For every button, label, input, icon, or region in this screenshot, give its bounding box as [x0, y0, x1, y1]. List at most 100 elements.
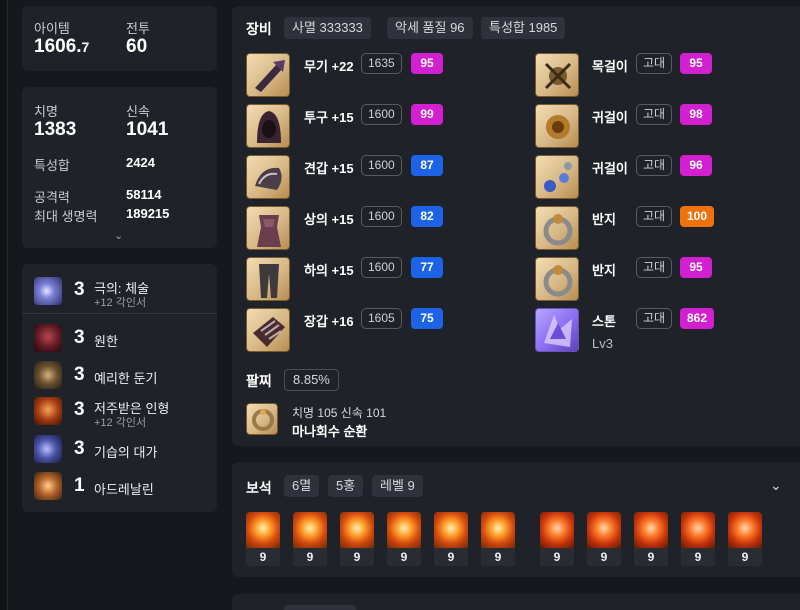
engraving-name: 원한	[94, 334, 118, 349]
accessory-grade: 고대	[636, 308, 673, 329]
engraving-name: 기습의 대가	[94, 445, 158, 460]
accessory-grade: 고대	[636, 257, 673, 278]
gear-item-level: 1600	[361, 206, 402, 227]
gloves-icon[interactable]	[246, 308, 290, 352]
gem-level: 9	[340, 548, 374, 566]
engraving-name: 예리한 둔기	[94, 371, 158, 386]
gem-slot[interactable]: 9	[681, 512, 715, 566]
accessory-name: 반지	[592, 263, 616, 278]
ring-icon[interactable]	[535, 257, 579, 301]
gem-level: 9	[481, 548, 515, 566]
bracelet-effects: 마나회수 순환	[292, 424, 368, 439]
gem-slot[interactable]: 9	[246, 512, 280, 566]
bracelet-icon[interactable]	[246, 403, 278, 435]
gem-image	[340, 512, 374, 548]
quality-badge: 95	[680, 53, 712, 74]
quality-badge: 95	[680, 257, 712, 278]
accessory-grade: 고대	[636, 104, 673, 125]
gem-level: 9	[540, 548, 574, 566]
hp-value: 189215	[126, 206, 170, 221]
next-section-chip	[284, 605, 356, 610]
quality-badge: 95	[411, 53, 443, 74]
gem-image	[681, 512, 715, 548]
engraving-icon	[34, 324, 62, 352]
pants-icon[interactable]	[246, 257, 290, 301]
crit-value: 1383	[34, 119, 77, 140]
gem-slot[interactable]: 9	[728, 512, 762, 566]
earring-icon[interactable]	[535, 155, 579, 199]
gear-item-level: 1635	[361, 53, 402, 74]
engraving-name: 아드레날린	[94, 482, 154, 497]
gem-image	[587, 512, 621, 548]
gem-image	[246, 512, 280, 548]
gem-image	[293, 512, 327, 548]
engraving-icon	[34, 435, 62, 463]
gem-image	[634, 512, 668, 548]
quality-badge: 75	[411, 308, 443, 329]
chevron-down-icon[interactable]: ⌄	[114, 229, 123, 242]
quality-badge: 87	[411, 155, 443, 176]
swift-label: 신속	[126, 104, 150, 119]
engravings-card: 3 극의: 체술 +12 각인서 3 원한 3 예리한 둔기 3 저주받은 인형…	[22, 264, 217, 512]
gear-item-level: 1600	[361, 257, 402, 278]
necklace-icon[interactable]	[535, 53, 579, 97]
engraving-item[interactable]: 3 예리한 둔기	[22, 357, 217, 393]
engraving-level: 3	[74, 399, 85, 420]
quality-badge: 100	[680, 206, 714, 227]
gem-slot[interactable]: 9	[540, 512, 574, 566]
bracelet-stats: 치명 105 신속 101	[292, 406, 387, 420]
quality-badge: 96	[680, 155, 712, 176]
gear-item-level: 1605	[361, 308, 402, 329]
item-level-card: 아이템 1606.7 전투 60	[22, 6, 217, 71]
engraving-level: 3	[74, 279, 85, 300]
gem-slot[interactable]: 9	[387, 512, 421, 566]
gem-level: 9	[634, 548, 668, 566]
gear-name: 상의 +15	[304, 212, 354, 227]
gem-image	[434, 512, 468, 548]
gear-name: 하의 +15	[304, 263, 354, 278]
helmet-icon[interactable]	[246, 104, 290, 148]
ring-icon[interactable]	[535, 206, 579, 250]
accessory-name: 반지	[592, 212, 616, 227]
gem-level: 9	[246, 548, 280, 566]
engraving-level: 3	[74, 364, 85, 385]
quality-badge: 77	[411, 257, 443, 278]
engraving-level: 3	[74, 438, 85, 459]
shoulder-icon[interactable]	[246, 155, 290, 199]
gems-title: 보석	[246, 480, 272, 496]
crit-label: 치명	[34, 104, 58, 119]
special-total-chip: 특성합 1985	[481, 17, 566, 39]
quality-badge: 862	[680, 308, 714, 329]
engraving-item[interactable]: 3 기습의 대가	[22, 431, 217, 467]
gem-slot[interactable]: 9	[587, 512, 621, 566]
earring-icon[interactable]	[535, 104, 579, 148]
gear-name: 무기 +22	[304, 59, 354, 74]
gem-slot[interactable]: 9	[293, 512, 327, 566]
engraving-item[interactable]: 1 아드레날린	[22, 468, 217, 504]
weapon-icon[interactable]	[246, 53, 290, 97]
ability-stone-icon[interactable]	[535, 308, 579, 352]
combat-level-value: 60	[126, 36, 148, 57]
accessory-grade: 고대	[636, 155, 673, 176]
engraving-item[interactable]: 3 원한	[22, 320, 217, 356]
gem-slot[interactable]: 9	[481, 512, 515, 566]
gem-image	[540, 512, 574, 548]
gem-slot[interactable]: 9	[340, 512, 374, 566]
gear-name: 견갑 +15	[304, 161, 354, 176]
engraving-level: 3	[74, 327, 85, 348]
chevron-down-icon[interactable]: ⌄	[770, 477, 782, 494]
combat-level-label: 전투	[126, 21, 150, 36]
gem-slot[interactable]: 9	[434, 512, 468, 566]
engraving-icon	[34, 361, 62, 389]
gem-slot[interactable]: 9	[634, 512, 668, 566]
engraving-item[interactable]: 3 저주받은 인형 +12 각인서	[22, 394, 217, 430]
quality-badge: 99	[411, 104, 443, 125]
chest-icon[interactable]	[246, 206, 290, 250]
stats-card: 치명 1383 신속 1041 특성합 2424 공격력 58114 최대 생명…	[22, 87, 217, 248]
engraving-item[interactable]: 3 극의: 체술 +12 각인서	[22, 274, 217, 310]
divider	[22, 313, 217, 314]
quality-badge: 82	[411, 206, 443, 227]
gem-level-chip: 레벨 9	[372, 475, 423, 497]
set-chip: 사멸 333333	[284, 17, 371, 39]
hp-label: 최대 생명력	[34, 209, 98, 224]
